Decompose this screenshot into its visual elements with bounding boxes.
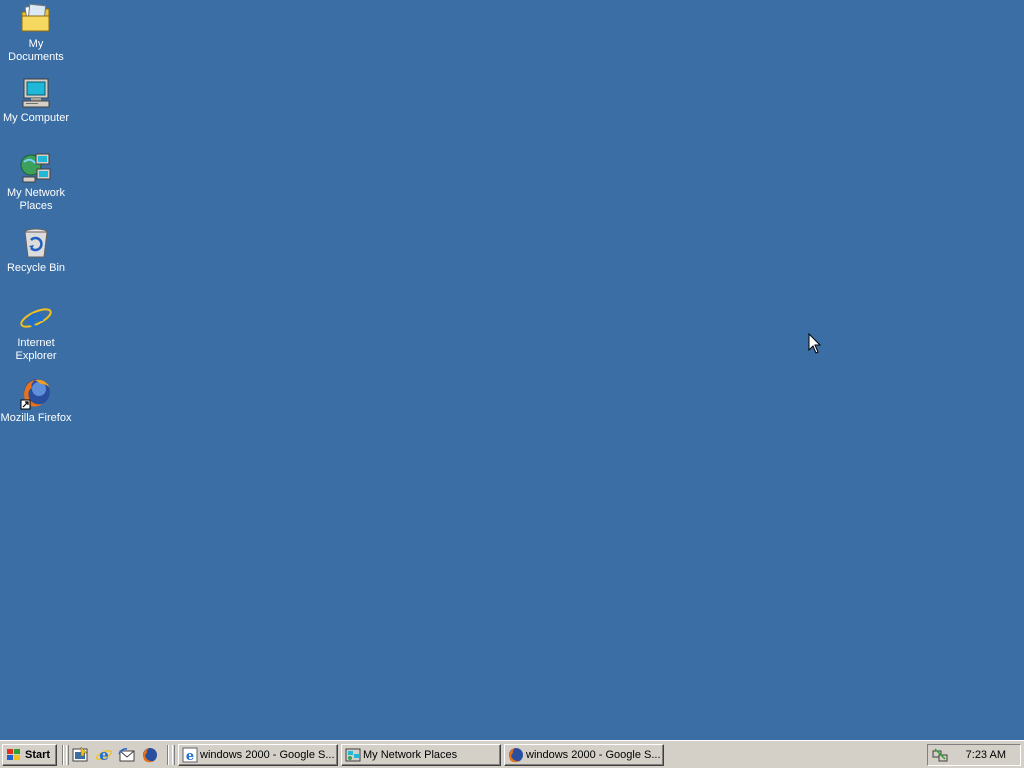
- outlook-express-icon[interactable]: [118, 746, 136, 764]
- desktop-icon-my-computer[interactable]: My Computer: [0, 76, 72, 125]
- firefox-icon[interactable]: [141, 746, 159, 764]
- task-button-ie-google-search[interactable]: e windows 2000 - Google S...: [178, 744, 338, 766]
- system-tray: 7:23 AM: [927, 744, 1021, 766]
- network-places-icon: [345, 748, 361, 762]
- task-area-grip[interactable]: [172, 745, 175, 765]
- svg-text:e: e: [99, 746, 109, 764]
- network-places-icon: [20, 153, 51, 183]
- svg-text:e: e: [186, 749, 194, 763]
- task-button-label: windows 2000 - Google S...: [200, 749, 335, 761]
- clock[interactable]: 7:23 AM: [966, 749, 1006, 761]
- internet-explorer-icon[interactable]: e: [95, 746, 113, 764]
- taskbar: Start e e windows 2000 - Google S... My …: [0, 740, 1024, 768]
- network-connection-icon[interactable]: [932, 747, 948, 763]
- svg-text:e: e: [28, 304, 45, 334]
- folder-documents-icon: [21, 3, 50, 32]
- desktop-icon-label: Mozilla Firefox: [0, 412, 72, 424]
- desktop-icon-mozilla-firefox[interactable]: Mozilla Firefox: [0, 376, 72, 425]
- mouse-cursor-icon: [808, 333, 822, 354]
- windows-logo-icon: [7, 749, 20, 760]
- taskbar-separator: [62, 745, 64, 765]
- desktop-icon-label: My Documents: [8, 38, 64, 63]
- firefox-icon: [20, 379, 50, 410]
- taskbar-separator: [167, 745, 169, 765]
- start-button[interactable]: Start: [2, 744, 57, 766]
- desktop-icon-internet-explorer[interactable]: e Internet Explorer: [0, 301, 72, 363]
- desktop-icon-label: Internet Explorer: [15, 337, 57, 362]
- desktop-icon-label: My Computer: [2, 112, 70, 124]
- desktop-icon-recycle-bin[interactable]: Recycle Bin: [0, 226, 72, 275]
- desktop-icon-my-documents[interactable]: My Documents: [0, 2, 72, 64]
- computer-icon: [22, 78, 50, 108]
- desktop[interactable]: My Documents My Computer My Network Plac…: [0, 0, 1024, 740]
- desktop-icon-label: My Network Places: [6, 187, 66, 212]
- quick-launch-grip[interactable]: [66, 745, 69, 765]
- internet-explorer-icon: e: [182, 747, 198, 763]
- task-button-label: My Network Places: [363, 749, 458, 761]
- internet-explorer-icon: e: [20, 304, 52, 334]
- task-button-my-network-places[interactable]: My Network Places: [341, 744, 501, 766]
- task-button-firefox-google-search[interactable]: windows 2000 - Google S...: [504, 744, 664, 766]
- desktop-icon-my-network-places[interactable]: My Network Places: [0, 151, 72, 213]
- recycle-bin-icon: [24, 228, 48, 258]
- show-desktop-icon[interactable]: [72, 746, 90, 764]
- firefox-icon: [509, 748, 523, 763]
- task-button-label: windows 2000 - Google S...: [526, 749, 661, 761]
- start-label: Start: [25, 749, 51, 761]
- desktop-icon-label: Recycle Bin: [6, 262, 66, 274]
